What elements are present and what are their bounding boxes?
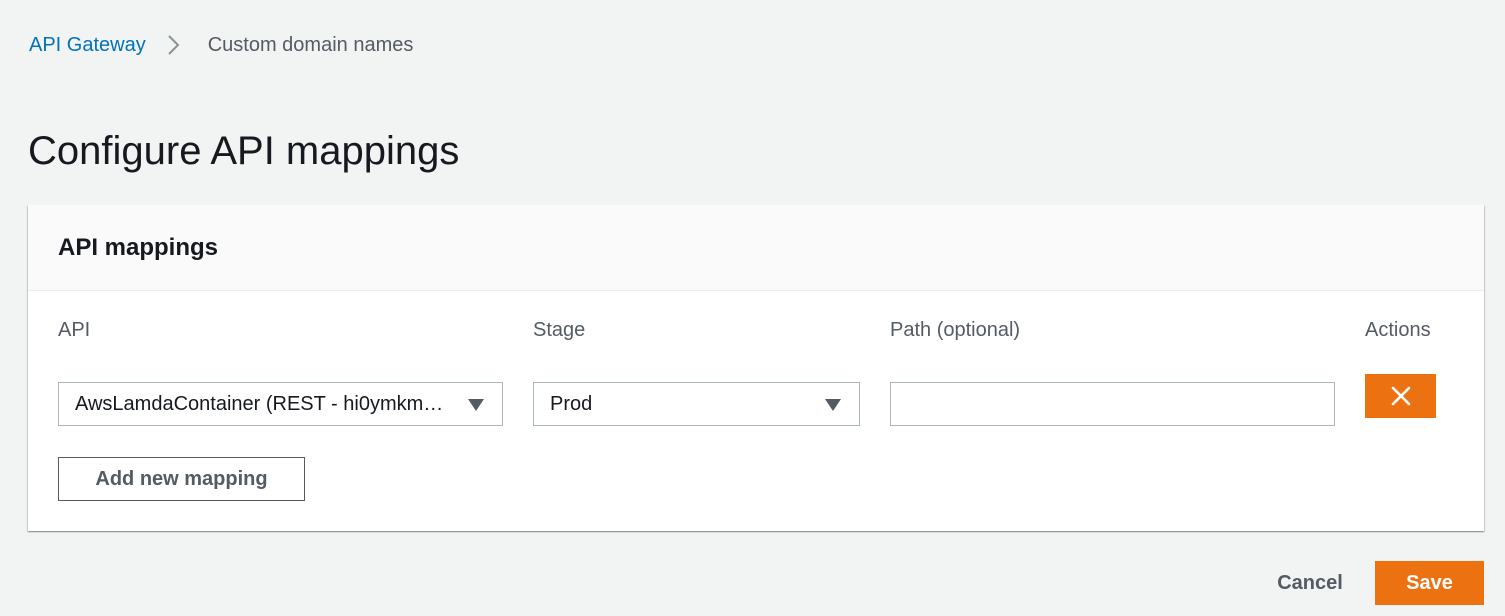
column-label-path: Path (optional) xyxy=(890,319,1021,341)
column-label-api: API xyxy=(58,319,91,341)
save-button[interactable]: Save xyxy=(1375,561,1484,605)
panel-title: API mappings xyxy=(58,234,219,261)
stage-select-value: Prod xyxy=(550,393,593,415)
page: API Gateway Custom domain names Configur… xyxy=(0,0,1505,616)
caret-down-icon xyxy=(468,399,484,411)
page-title: Configure API mappings xyxy=(28,129,460,173)
api-select[interactable]: AwsLamdaContainer (REST - hi0ymkm… xyxy=(58,382,503,426)
panel-header: API mappings xyxy=(28,205,1484,291)
column-label-actions: Actions xyxy=(1365,319,1431,341)
chevron-right-icon xyxy=(164,32,186,58)
api-mappings-panel: API mappings API Stage Path (optional) A… xyxy=(28,205,1484,531)
breadcrumb-current: Custom domain names xyxy=(207,34,414,56)
add-new-mapping-button[interactable]: Add new mapping xyxy=(58,457,305,501)
breadcrumb: API Gateway Custom domain names xyxy=(29,32,413,58)
column-label-stage: Stage xyxy=(533,319,586,341)
path-input[interactable] xyxy=(890,382,1335,426)
stage-select[interactable]: Prod xyxy=(533,382,860,426)
remove-mapping-button[interactable] xyxy=(1365,374,1436,418)
close-icon xyxy=(1391,386,1410,406)
caret-down-icon xyxy=(825,399,841,411)
api-select-value: AwsLamdaContainer (REST - hi0ymkm… xyxy=(75,393,444,415)
cancel-button[interactable]: Cancel xyxy=(1262,562,1358,604)
breadcrumb-link-api-gateway[interactable]: API Gateway xyxy=(29,32,146,58)
